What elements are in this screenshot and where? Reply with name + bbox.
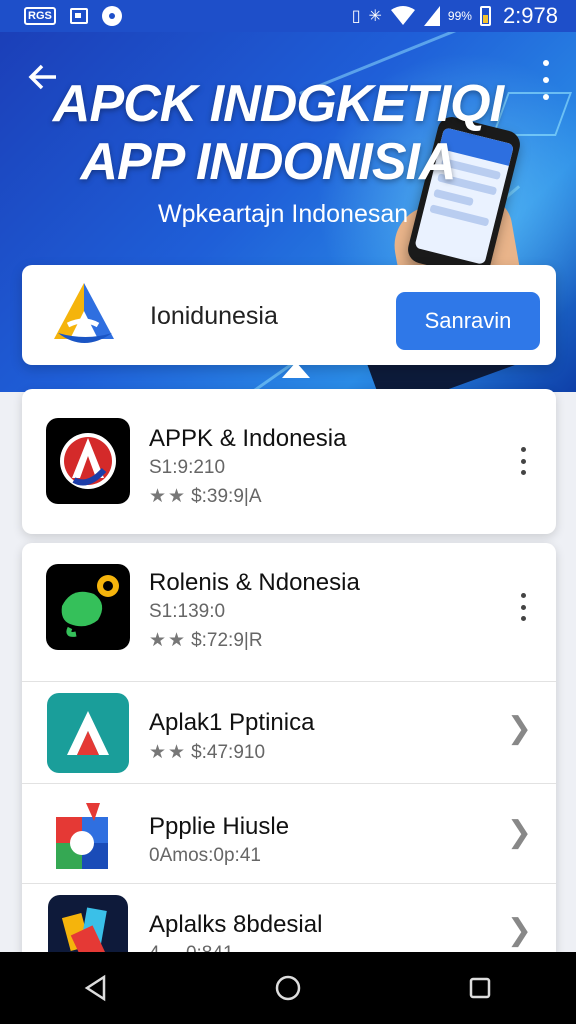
alarm-icon: ✳	[368, 8, 382, 25]
app-meta: S1:9:210	[149, 457, 226, 478]
hero-title-line1: APCK INDGKETIQI	[52, 75, 504, 133]
divider	[22, 783, 556, 784]
search-card: Sanravin	[22, 265, 556, 365]
home-icon	[275, 975, 301, 1001]
search-button[interactable]: Sanravin	[396, 292, 540, 350]
system-nav-bar	[0, 952, 576, 1024]
chevron-right-icon[interactable]: ❯	[507, 913, 532, 948]
app-logo-icon	[54, 283, 114, 343]
app-card[interactable]: APPK & Indonesia S1:9:210 ★★ $:39:9|A	[22, 389, 556, 534]
star-icon: ★★	[149, 630, 188, 651]
app-rating: ★★ $:39:9|A	[149, 486, 262, 507]
wifi-icon	[390, 6, 415, 25]
app-icon	[50, 795, 120, 875]
search-input[interactable]	[148, 295, 392, 337]
clock: 2:978	[502, 3, 558, 28]
app-icon	[46, 564, 130, 650]
battery-icon	[479, 6, 491, 26]
app-title: Aplak1 Pptinica	[149, 709, 315, 736]
recents-icon	[469, 977, 491, 999]
star-icon: ★★	[149, 486, 188, 507]
hero-subtitle: Wpkeartajn Indonesan	[158, 200, 409, 228]
app-meta: 0Amos:0p:41	[149, 845, 261, 866]
star-icon: ★★	[149, 742, 188, 763]
back-icon	[84, 974, 106, 1002]
app-title: Aplalks 8bdesial	[149, 911, 323, 938]
divider	[22, 883, 556, 884]
app-rating: ★★ $:47:910	[149, 742, 266, 763]
app-a-logo-icon	[60, 433, 116, 489]
app-title: APPK & Indonesia	[149, 425, 347, 452]
nav-home-button[interactable]	[258, 958, 318, 1018]
app-icon	[46, 418, 130, 504]
record-icon	[101, 6, 122, 26]
nav-recents-button[interactable]	[450, 958, 510, 1018]
media-icon	[69, 8, 88, 24]
signal-icon	[423, 6, 440, 26]
card-pointer	[282, 362, 310, 378]
status-badge: RGS	[24, 7, 56, 25]
app-title: Ppplie Hiusle	[149, 813, 290, 840]
app-list-card: Rolenis & Ndonesia S1:139:0 ★★ $:72:9|R A…	[22, 543, 556, 963]
divider	[22, 681, 556, 682]
vibrate-icon: ▯	[351, 8, 361, 25]
app-leaf-logo-icon	[61, 575, 119, 637]
nav-back-button[interactable]	[66, 958, 126, 1018]
app-puzzle-logo-icon	[56, 803, 108, 869]
app-rating: ★★ $:72:9|R	[149, 630, 263, 651]
app-title: Rolenis & Ndonesia	[149, 569, 360, 596]
chevron-right-icon[interactable]: ❯	[507, 711, 532, 746]
item-menu-button[interactable]	[518, 447, 528, 475]
app-icon	[47, 693, 129, 773]
app-triangle-logo-icon	[67, 711, 109, 755]
battery-percent: 99%	[447, 9, 472, 23]
chevron-right-icon[interactable]: ❯	[507, 815, 532, 850]
hero-title-line2: APP INDONISIA	[80, 133, 456, 191]
status-bar: RGS ▯ ✳ 99% 2:978	[0, 0, 576, 32]
app-meta: S1:139:0	[149, 601, 226, 622]
item-menu-button[interactable]	[518, 593, 528, 621]
